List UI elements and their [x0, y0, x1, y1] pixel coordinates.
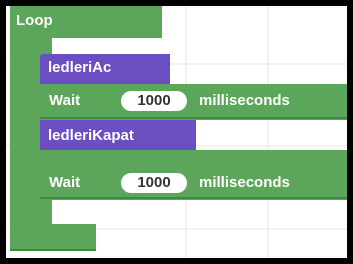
wait-unit-label: milliseconds — [199, 174, 290, 191]
call-block-label: ledleriAc — [48, 59, 112, 76]
workspace-canvas[interactable]: Loop ledleriAc Wait 1000 milliseconds le… — [6, 6, 347, 258]
loop-label: Loop — [16, 12, 53, 29]
wait-duration-input[interactable]: 1000 — [121, 91, 187, 111]
wait-block-2[interactable] — [40, 150, 347, 200]
wait-label: Wait — [49, 174, 81, 191]
call-block-label: ledleriKapat — [48, 127, 134, 144]
wait-duration-input[interactable]: 1000 — [121, 173, 187, 193]
wait-label: Wait — [49, 92, 81, 109]
wait-unit-label: milliseconds — [199, 92, 290, 109]
wait-block-1[interactable] — [40, 84, 347, 120]
